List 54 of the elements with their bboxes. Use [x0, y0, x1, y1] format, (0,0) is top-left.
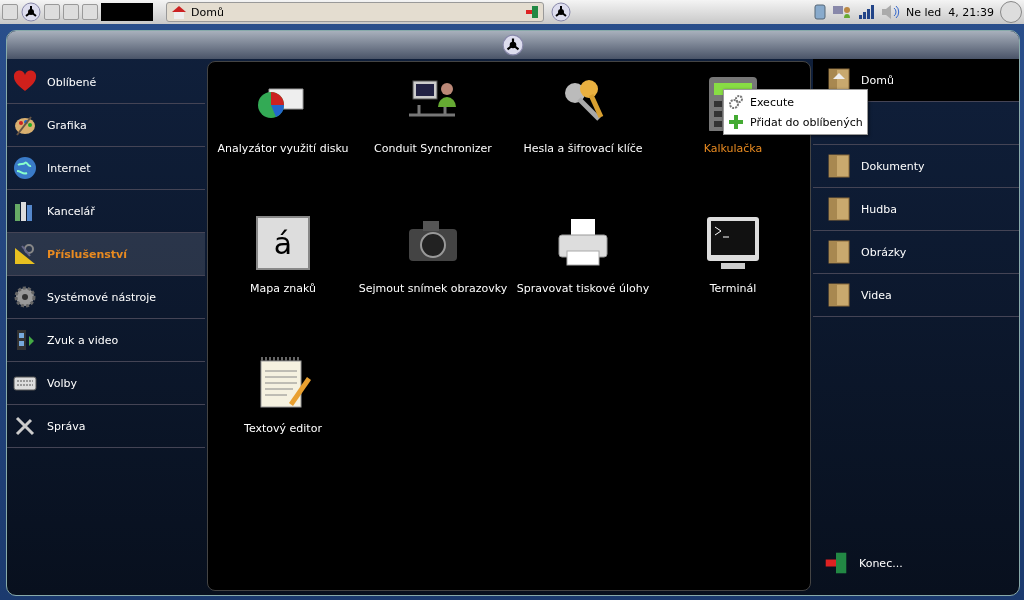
- exit-door-icon: [823, 551, 849, 575]
- app-launcher[interactable]: Textový editor: [244, 350, 322, 435]
- home-icon: [171, 4, 187, 20]
- app-launcher[interactable]: Spravovat tiskové úlohy: [516, 210, 650, 295]
- category-item[interactable]: Správa: [7, 405, 205, 448]
- category-item[interactable]: Volby: [7, 362, 205, 405]
- folder-icon: [827, 196, 851, 222]
- place-item[interactable]: Videa: [813, 274, 1019, 317]
- category-item[interactable]: Příslušenství: [7, 233, 205, 276]
- workspace-button[interactable]: [44, 4, 60, 20]
- speaker-icon[interactable]: [880, 4, 900, 20]
- logo-icon[interactable]: [21, 2, 41, 22]
- clipboard-icon[interactable]: [814, 4, 826, 20]
- gears-icon: [728, 94, 744, 110]
- exit-door-icon: [525, 5, 539, 19]
- workspace-button[interactable]: [82, 4, 98, 20]
- gear-icon: [13, 285, 37, 309]
- cpu-monitor-graph: [101, 3, 153, 21]
- logout-button[interactable]: Konec...: [813, 551, 1019, 595]
- network-icon[interactable]: [832, 4, 852, 20]
- panel-handle[interactable]: [2, 4, 18, 20]
- category-item[interactable]: Grafika: [7, 104, 205, 147]
- character-map-icon: á: [256, 216, 310, 270]
- tools-icon: [13, 242, 37, 266]
- globe-icon: [13, 156, 37, 180]
- folder-icon: [827, 282, 851, 308]
- workspace-button[interactable]: [63, 4, 79, 20]
- folder-icon: [827, 239, 851, 265]
- menu-item[interactable]: Přidat do oblíbených: [728, 112, 863, 132]
- window-button[interactable]: Domů: [166, 2, 544, 22]
- app-launcher[interactable]: á Mapa znaků: [250, 210, 316, 295]
- folder-icon: [827, 153, 851, 179]
- place-item[interactable]: Hudba: [813, 188, 1019, 231]
- place-item[interactable]: Domů: [813, 59, 1019, 102]
- heart-icon: [13, 70, 37, 94]
- logo-icon: [502, 34, 524, 56]
- plus-icon: [728, 114, 744, 130]
- category-item[interactable]: Zvuk a video: [7, 319, 205, 362]
- power-button[interactable]: [1000, 1, 1022, 23]
- category-item[interactable]: Systémové nástroje: [7, 276, 205, 319]
- category-item[interactable]: Oblíbené: [7, 61, 205, 104]
- category-item[interactable]: Kancelář: [7, 190, 205, 233]
- app-launcher[interactable]: Sejmout snímek obrazovky: [358, 210, 508, 295]
- place-item[interactable]: Obrázky: [813, 231, 1019, 274]
- app-launcher[interactable]: Hesla a šifrovací klíče: [523, 70, 643, 155]
- clock[interactable]: Ne led 4, 21:39: [906, 5, 994, 19]
- app-launcher[interactable]: Terminál: [705, 210, 761, 295]
- logo-icon[interactable]: [551, 2, 571, 22]
- app-launcher[interactable]: Conduit Synchronizer: [374, 70, 492, 155]
- terminal-icon: [705, 215, 761, 271]
- category-item[interactable]: Internet: [7, 147, 205, 190]
- app-launcher[interactable]: Analyzátor využití disku: [217, 70, 349, 155]
- place-item[interactable]: Dokumenty: [813, 145, 1019, 188]
- signal-icon[interactable]: [858, 4, 874, 20]
